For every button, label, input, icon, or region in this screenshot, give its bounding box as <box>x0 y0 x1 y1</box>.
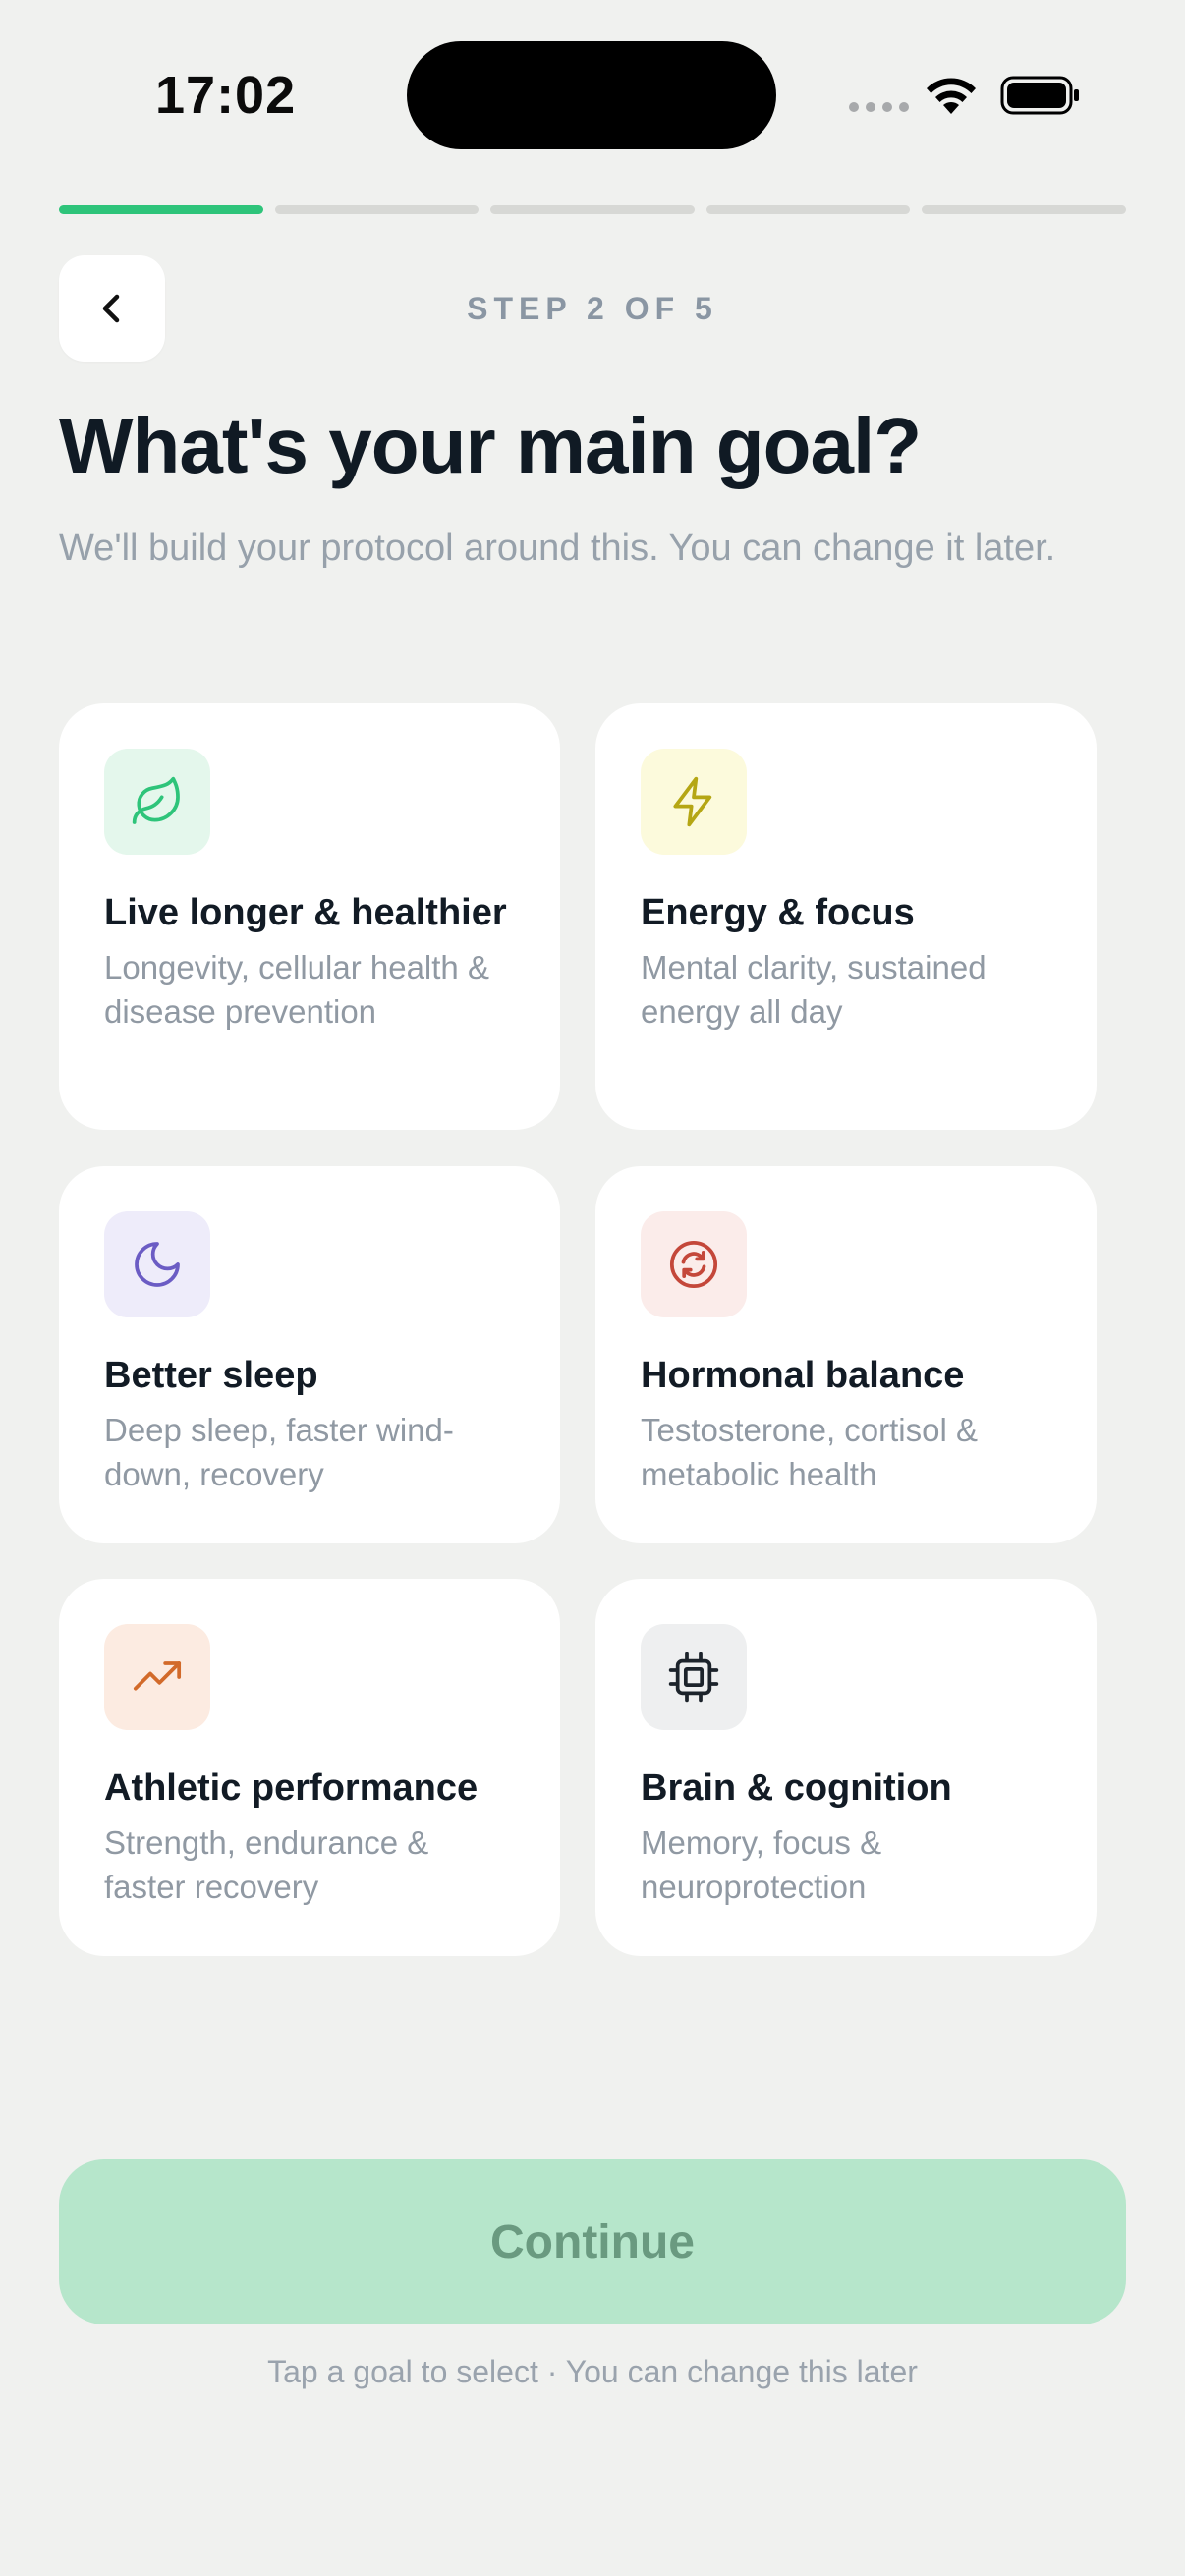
goal-description: Mental clarity, sustained energy all day <box>641 949 987 1030</box>
goal-icon-box <box>104 749 210 855</box>
goal-card-brain[interactable]: Brain & cognition Memory, focus & neurop… <box>595 1579 1097 1956</box>
goal-icon-box <box>104 1211 210 1317</box>
progress-segment-5 <box>922 205 1126 214</box>
refresh-icon <box>669 1240 718 1289</box>
battery-icon <box>1000 76 1079 115</box>
goal-icon-box <box>641 1211 747 1317</box>
goal-title: Live longer & healthier <box>104 892 507 933</box>
goal-title: Better sleep <box>104 1355 318 1396</box>
goal-description: Testosterone, cortisol & metabolic healt… <box>641 1412 978 1492</box>
progress-segment-2 <box>274 205 480 214</box>
leaf-icon <box>132 776 180 824</box>
goal-description: Memory, focus & neuroprotection <box>641 1824 882 1905</box>
goal-title: Brain & cognition <box>641 1767 952 1809</box>
goal-icon-box <box>641 1624 747 1730</box>
progress-segment-4 <box>705 205 911 214</box>
wifi-icon <box>927 78 976 114</box>
step-progress-bar <box>59 205 1126 214</box>
goal-description: Longevity, cellular health & disease pre… <box>104 949 489 1030</box>
goal-description: Strength, endurance & faster recovery <box>104 1824 429 1905</box>
dynamic-island <box>407 41 776 149</box>
goal-card-athletic[interactable]: Athletic performance Strength, endurance… <box>59 1579 560 1956</box>
goal-title: Hormonal balance <box>641 1355 965 1396</box>
goal-icon-box <box>104 1624 210 1730</box>
step-indicator: STEP 2 OF 5 <box>467 291 718 326</box>
goal-card-longevity[interactable]: Live longer & healthier Longevity, cellu… <box>59 703 560 1130</box>
goal-title: Athletic performance <box>104 1767 479 1809</box>
cellular-signal-icon <box>849 102 909 112</box>
trending-up-icon <box>133 1661 182 1691</box>
chip-icon <box>668 1652 719 1703</box>
goal-card-energy[interactable]: Energy & focus Mental clarity, sustained… <box>595 703 1097 1130</box>
goal-title: Energy & focus <box>641 892 915 933</box>
selection-hint: Tap a goal to select · You can change th… <box>267 2354 918 2389</box>
progress-segment-3 <box>490 205 695 214</box>
status-time: 17:02 <box>155 66 297 125</box>
page-subtitle: We'll build your protocol around this. Y… <box>59 528 1056 569</box>
lightning-icon <box>673 776 712 827</box>
moon-icon <box>135 1242 180 1287</box>
goal-card-hormonal[interactable]: Hormonal balance Testosterone, cortisol … <box>595 1166 1097 1543</box>
goal-icon-box <box>641 749 747 855</box>
continue-button[interactable]: Continue <box>59 2159 1126 2324</box>
page-title: What's your main goal? <box>59 402 922 489</box>
progress-segment-1 <box>59 205 263 214</box>
goal-description: Deep sleep, faster wind-down, recovery <box>104 1412 454 1492</box>
goal-card-sleep[interactable]: Better sleep Deep sleep, faster wind-dow… <box>59 1166 560 1543</box>
